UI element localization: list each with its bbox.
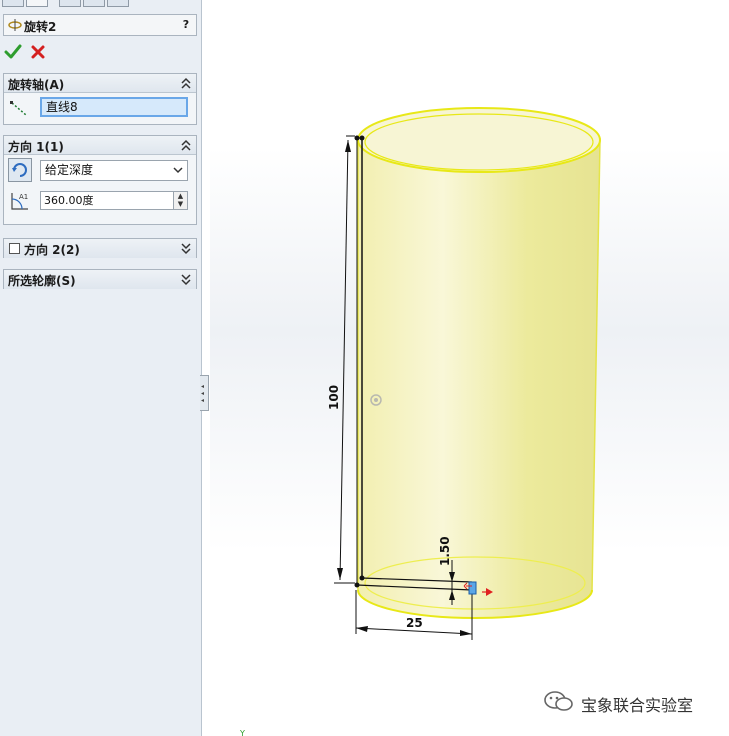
end-condition-row: 给定深度 (4, 157, 198, 185)
cancel-button[interactable] (29, 43, 47, 61)
angle-icon: A1 (11, 193, 28, 210)
y-axis-label: Y (239, 729, 245, 736)
section-selected-contours: 所选轮廓(S) (3, 269, 197, 289)
section-header-direction-1[interactable]: 方向 1(1) (4, 136, 196, 155)
direction-2-checkbox[interactable] (9, 243, 20, 254)
axis-field-row: 直线8 (4, 94, 198, 124)
feature-title: 旋转2 (24, 20, 57, 34)
model-view: 100 1.50 25 Y (239, 107, 601, 736)
section-direction-1: 方向 1(1) 给定深度 A1 360.00度 ▲ ▼ (3, 135, 197, 225)
svg-text:A1: A1 (19, 193, 28, 201)
spin-down-icon[interactable]: ▼ (174, 200, 187, 208)
radius-dimension-text[interactable]: 25 (406, 616, 423, 630)
chevron-up-icon[interactable] (180, 138, 192, 152)
angle-value: 360.00度 (44, 194, 94, 207)
section-header-selected-contours[interactable]: 所选轮廓(S) (4, 270, 196, 289)
sketch-point[interactable] (359, 575, 365, 581)
reverse-direction-button[interactable] (8, 158, 32, 182)
angle-spin-buttons[interactable]: ▲ ▼ (173, 192, 187, 209)
sketch-point[interactable] (359, 135, 365, 141)
axis-line-icon (10, 101, 27, 116)
end-condition-select[interactable]: 给定深度 (40, 160, 188, 181)
cylinder-body[interactable] (358, 140, 600, 618)
reverse-direction-icon (12, 163, 27, 177)
sketch-point[interactable] (354, 135, 360, 141)
chevron-down-icon[interactable] (180, 272, 192, 286)
graphics-area[interactable]: 100 1.50 25 Y (210, 0, 729, 736)
chevron-down-icon[interactable] (180, 241, 192, 255)
chevron-down-icon (173, 167, 183, 174)
panel-collapse-handle[interactable]: ◂ ◂ ◂ (200, 375, 209, 411)
section-title-axis: 旋转轴(A) (8, 78, 65, 92)
tab-configuration-manager[interactable] (59, 0, 81, 7)
top-rim-outer[interactable] (357, 107, 601, 173)
height-dimension-text[interactable]: 100 (327, 385, 341, 410)
section-title-selected-contours: 所选轮廓(S) (8, 274, 76, 288)
tab-display-manager[interactable] (107, 0, 129, 7)
wechat-icon (544, 691, 573, 711)
tab-dimxpert-manager[interactable] (83, 0, 105, 7)
solidworks-window: 旋转2 ? 旋转轴(A) 直线8 方向 1(1) 给定深度 A1 360.00度… (0, 0, 729, 736)
watermark-text: 宝象联合实验室 (581, 696, 694, 715)
section-title-direction-1: 方向 1(1) (8, 140, 64, 154)
help-button[interactable]: ? (179, 18, 193, 32)
section-header-axis[interactable]: 旋转轴(A) (4, 74, 196, 93)
ok-button[interactable] (4, 43, 22, 61)
thickness-dimension-text[interactable]: 1.50 (438, 536, 452, 566)
checkmark-icon (4, 44, 22, 59)
close-icon (31, 45, 45, 59)
tab-feature-manager[interactable] (2, 0, 24, 7)
dim-arrow (460, 630, 472, 636)
section-header-direction-2[interactable]: 方向 2(2) (4, 239, 196, 258)
angle-row: A1 360.00度 ▲ ▼ (4, 188, 198, 216)
dim-arrow (356, 626, 368, 632)
selection-handle[interactable] (468, 581, 477, 595)
angle-input[interactable]: 360.00度 ▲ ▼ (40, 191, 188, 210)
section-title-direction-2: 方向 2(2) (24, 243, 80, 257)
sketch-point[interactable] (354, 582, 360, 588)
revolve-feature-icon (8, 19, 22, 31)
end-condition-value: 给定深度 (45, 163, 94, 177)
height-dimension-line[interactable] (339, 139, 349, 581)
axis-selection-field[interactable]: 直线8 (40, 97, 188, 117)
dim-arrow (345, 140, 351, 152)
center-marker-dot (374, 398, 378, 402)
dim-arrow (337, 568, 343, 580)
tab-property-manager[interactable] (26, 0, 48, 7)
section-revolve-axis: 旋转轴(A) 直线8 (3, 73, 197, 125)
section-direction-2: 方向 2(2) (3, 238, 197, 258)
property-manager-panel: 旋转2 ? 旋转轴(A) 直线8 方向 1(1) 给定深度 A1 360.00度… (0, 0, 202, 736)
chevron-up-icon[interactable] (180, 76, 192, 90)
feature-title-bar: 旋转2 ? (3, 14, 197, 36)
spin-up-icon[interactable]: ▲ (174, 192, 187, 200)
manager-tabs (0, 0, 202, 8)
